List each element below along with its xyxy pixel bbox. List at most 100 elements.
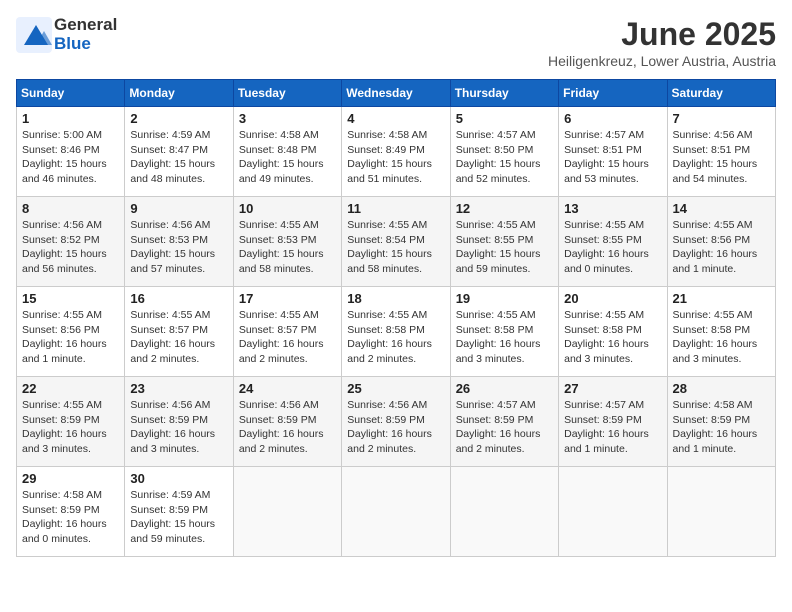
day-number: 10: [239, 201, 336, 216]
day-cell-2: 2 Sunrise: 4:59 AMSunset: 8:47 PMDaylight…: [125, 107, 233, 197]
day-number: 9: [130, 201, 227, 216]
day-info: Sunrise: 4:55 AMSunset: 8:55 PMDaylight:…: [456, 218, 553, 277]
weekday-header-tuesday: Tuesday: [233, 80, 341, 107]
weekday-header-saturday: Saturday: [667, 80, 775, 107]
day-info: Sunrise: 4:56 AMSunset: 8:51 PMDaylight:…: [673, 128, 770, 187]
day-info: Sunrise: 4:55 AMSunset: 8:56 PMDaylight:…: [22, 308, 119, 367]
day-cell-8: 8 Sunrise: 4:56 AMSunset: 8:52 PMDaylight…: [17, 197, 125, 287]
weekday-header-thursday: Thursday: [450, 80, 558, 107]
weekday-header-sunday: Sunday: [17, 80, 125, 107]
title-area: June 2025 Heiligenkreuz, Lower Austria, …: [548, 16, 776, 69]
day-number: 22: [22, 381, 119, 396]
week-row-1: 1 Sunrise: 5:00 AMSunset: 8:46 PMDaylight…: [17, 107, 776, 197]
day-cell-25: 25 Sunrise: 4:56 AMSunset: 8:59 PMDayligh…: [342, 377, 450, 467]
week-row-2: 8 Sunrise: 4:56 AMSunset: 8:52 PMDaylight…: [17, 197, 776, 287]
day-info: Sunrise: 4:55 AMSunset: 8:58 PMDaylight:…: [564, 308, 661, 367]
page-header: General Blue June 2025 Heiligenkreuz, Lo…: [16, 16, 776, 69]
day-cell-9: 9 Sunrise: 4:56 AMSunset: 8:53 PMDaylight…: [125, 197, 233, 287]
day-cell-23: 23 Sunrise: 4:56 AMSunset: 8:59 PMDayligh…: [125, 377, 233, 467]
day-info: Sunrise: 4:56 AMSunset: 8:52 PMDaylight:…: [22, 218, 119, 277]
day-cell-29: 29 Sunrise: 4:58 AMSunset: 8:59 PMDayligh…: [17, 467, 125, 557]
empty-cell: [450, 467, 558, 557]
day-number: 26: [456, 381, 553, 396]
day-number: 30: [130, 471, 227, 486]
day-number: 6: [564, 111, 661, 126]
day-info: Sunrise: 4:56 AMSunset: 8:59 PMDaylight:…: [347, 398, 444, 457]
day-cell-14: 14 Sunrise: 4:55 AMSunset: 8:56 PMDayligh…: [667, 197, 775, 287]
day-cell-20: 20 Sunrise: 4:55 AMSunset: 8:58 PMDayligh…: [559, 287, 667, 377]
logo-blue-text: Blue: [54, 35, 117, 54]
day-info: Sunrise: 4:56 AMSunset: 8:59 PMDaylight:…: [239, 398, 336, 457]
day-info: Sunrise: 4:55 AMSunset: 8:58 PMDaylight:…: [673, 308, 770, 367]
day-info: Sunrise: 4:55 AMSunset: 8:53 PMDaylight:…: [239, 218, 336, 277]
day-number: 21: [673, 291, 770, 306]
day-number: 17: [239, 291, 336, 306]
day-info: Sunrise: 4:55 AMSunset: 8:54 PMDaylight:…: [347, 218, 444, 277]
day-number: 11: [347, 201, 444, 216]
month-title: June 2025: [548, 16, 776, 53]
day-cell-16: 16Sunrise: 4:55 AMSunset: 8:57 PMDayligh…: [125, 287, 233, 377]
day-number: 24: [239, 381, 336, 396]
day-info: Sunrise: 4:55 AMSunset: 8:59 PMDaylight:…: [22, 398, 119, 457]
day-number: 29: [22, 471, 119, 486]
day-cell-15: 15 Sunrise: 4:55 AMSunset: 8:56 PMDayligh…: [17, 287, 125, 377]
day-number: 12: [456, 201, 553, 216]
day-cell-3: 3Sunrise: 4:58 AMSunset: 8:48 PMDaylight…: [233, 107, 341, 197]
empty-cell: [667, 467, 775, 557]
week-row-5: 29 Sunrise: 4:58 AMSunset: 8:59 PMDayligh…: [17, 467, 776, 557]
day-cell-1: 1 Sunrise: 5:00 AMSunset: 8:46 PMDaylight…: [17, 107, 125, 197]
day-info: Sunrise: 4:55 AMSunset: 8:56 PMDaylight:…: [673, 218, 770, 277]
location-title: Heiligenkreuz, Lower Austria, Austria: [548, 53, 776, 69]
day-cell-12: 12 Sunrise: 4:55 AMSunset: 8:55 PMDayligh…: [450, 197, 558, 287]
day-cell-19: 19Sunrise: 4:55 AMSunset: 8:58 PMDayligh…: [450, 287, 558, 377]
day-number: 8: [22, 201, 119, 216]
day-info: Sunrise: 4:58 AMSunset: 8:59 PMDaylight:…: [673, 398, 770, 457]
day-number: 27: [564, 381, 661, 396]
day-info: Sunrise: 4:58 AMSunset: 8:59 PMDaylight:…: [22, 488, 119, 547]
logo-general-text: General: [54, 16, 117, 35]
day-info: Sunrise: 4:58 AMSunset: 8:49 PMDaylight:…: [347, 128, 444, 187]
day-info: Sunrise: 4:56 AMSunset: 8:59 PMDaylight:…: [130, 398, 227, 457]
day-number: 28: [673, 381, 770, 396]
day-info: Sunrise: 4:56 AMSunset: 8:53 PMDaylight:…: [130, 218, 227, 277]
empty-cell: [233, 467, 341, 557]
day-info: Sunrise: 4:59 AMSunset: 8:47 PMDaylight:…: [130, 128, 227, 187]
day-number: 25: [347, 381, 444, 396]
day-cell-6: 6 Sunrise: 4:57 AMSunset: 8:51 PMDaylight…: [559, 107, 667, 197]
day-info: Sunrise: 4:57 AMSunset: 8:51 PMDaylight:…: [564, 128, 661, 187]
day-cell-13: 13 Sunrise: 4:55 AMSunset: 8:55 PMDayligh…: [559, 197, 667, 287]
day-number: 20: [564, 291, 661, 306]
day-number: 3: [239, 111, 336, 126]
day-number: 13: [564, 201, 661, 216]
week-row-3: 15 Sunrise: 4:55 AMSunset: 8:56 PMDayligh…: [17, 287, 776, 377]
day-cell-21: 21 Sunrise: 4:55 AMSunset: 8:58 PMDayligh…: [667, 287, 775, 377]
day-info: Sunrise: 4:55 AMSunset: 8:58 PMDaylight:…: [347, 308, 444, 367]
day-info: Sunrise: 4:59 AMSunset: 8:59 PMDaylight:…: [130, 488, 227, 547]
day-number: 2: [130, 111, 227, 126]
day-cell-30: 30 Sunrise: 4:59 AMSunset: 8:59 PMDayligh…: [125, 467, 233, 557]
day-info: Sunrise: 4:57 AMSunset: 8:50 PMDaylight:…: [456, 128, 553, 187]
day-cell-10: 10 Sunrise: 4:55 AMSunset: 8:53 PMDayligh…: [233, 197, 341, 287]
empty-cell: [342, 467, 450, 557]
day-cell-28: 28 Sunrise: 4:58 AMSunset: 8:59 PMDayligh…: [667, 377, 775, 467]
weekday-header-monday: Monday: [125, 80, 233, 107]
day-number: 18: [347, 291, 444, 306]
day-cell-18: 18 Sunrise: 4:55 AMSunset: 8:58 PMDayligh…: [342, 287, 450, 377]
day-cell-17: 17 Sunrise: 4:55 AMSunset: 8:57 PMDayligh…: [233, 287, 341, 377]
logo: General Blue: [16, 16, 117, 53]
logo-icon: [16, 17, 52, 53]
day-info: Sunrise: 4:55 AMSunset: 8:55 PMDaylight:…: [564, 218, 661, 277]
day-number: 19: [456, 291, 553, 306]
day-number: 14: [673, 201, 770, 216]
day-number: 15: [22, 291, 119, 306]
day-number: 23: [130, 381, 227, 396]
day-info: Sunrise: 4:55 AMSunset: 8:57 PMDaylight:…: [239, 308, 336, 367]
day-cell-7: 7Sunrise: 4:56 AMSunset: 8:51 PMDaylight…: [667, 107, 775, 197]
day-info: Sunrise: 5:00 AMSunset: 8:46 PMDaylight:…: [22, 128, 119, 187]
day-cell-24: 24 Sunrise: 4:56 AMSunset: 8:59 PMDayligh…: [233, 377, 341, 467]
day-cell-22: 22 Sunrise: 4:55 AMSunset: 8:59 PMDayligh…: [17, 377, 125, 467]
calendar-table: SundayMondayTuesdayWednesdayThursdayFrid…: [16, 79, 776, 557]
day-number: 1: [22, 111, 119, 126]
day-cell-27: 27Sunrise: 4:57 AMSunset: 8:59 PMDayligh…: [559, 377, 667, 467]
day-info: Sunrise: 4:57 AMSunset: 8:59 PMDaylight:…: [456, 398, 553, 457]
